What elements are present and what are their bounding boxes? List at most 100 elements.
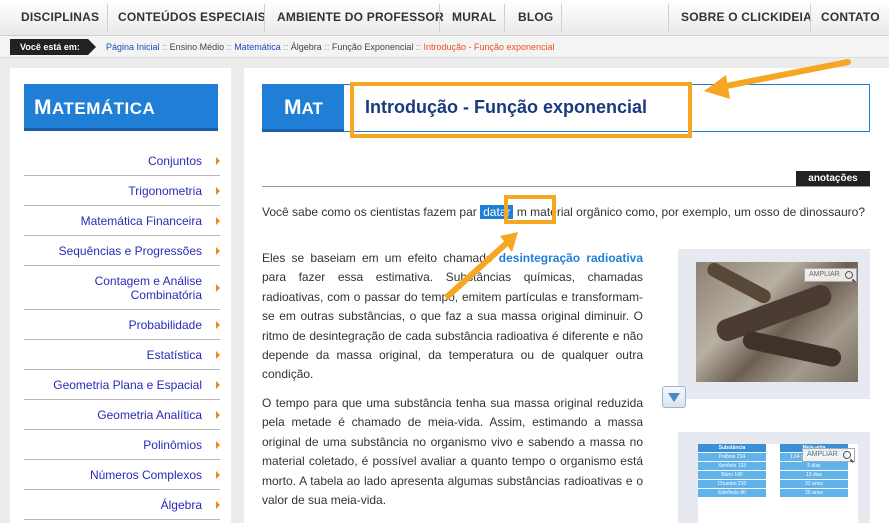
sidebar-item-geometria-analitica[interactable]: Geometria Analítica xyxy=(24,400,220,430)
arrow-right-icon xyxy=(216,350,220,359)
sidebar-item-contagem-e-analise-combinatoria[interactable]: Contagem e Análise Combinatória xyxy=(24,266,220,310)
sidebar-item-label: Geometria Analítica xyxy=(97,407,202,422)
sidebar-item-label: Trigonometria xyxy=(128,183,202,198)
magnifier-icon xyxy=(844,271,853,279)
paragraph-radioactive: Eles se baseiam em um efeito chamado des… xyxy=(262,249,643,385)
nav-divider xyxy=(561,4,562,32)
breadcrumb-separator: :: xyxy=(324,42,330,52)
sidebar-item-matematica-financeira[interactable]: Matemática Financeira xyxy=(24,206,220,236)
arrow-right-icon xyxy=(216,186,220,195)
subject-badge-initial: M xyxy=(284,96,302,119)
sidebar-item-estatistica[interactable]: Estatística xyxy=(24,340,220,370)
breadcrumb-item-algebra[interactable]: Álgebra xyxy=(291,42,322,52)
nav-divider xyxy=(439,4,440,32)
sidebar-item-probabilidade[interactable]: Probabilidade xyxy=(24,310,220,340)
sidebar-item-label: Matemática Financeira xyxy=(80,213,202,228)
download-button[interactable] xyxy=(662,386,686,408)
table-cell: 25 anos xyxy=(780,489,848,497)
breadcrumb-separator: :: xyxy=(226,42,232,52)
breadcrumb-bar: Você está em: Página Inicial :: Ensino M… xyxy=(0,36,889,58)
sidebar-title-rest: ATEMÁTICA xyxy=(52,99,156,118)
nav-divider xyxy=(107,4,108,32)
sidebar-item-label: Geometria Plana e Espacial xyxy=(53,377,202,392)
magnifier-icon xyxy=(842,451,851,459)
breadcrumb-current: Introdução - Função exponencial xyxy=(423,42,555,52)
sidebar-item-polinomios[interactable]: Polinômios xyxy=(24,430,220,460)
arrow-right-icon xyxy=(216,410,220,419)
arrow-right-icon xyxy=(216,246,220,255)
nav-divider xyxy=(810,4,811,32)
table-cell: Polônio 214 xyxy=(698,453,766,461)
breadcrumb-separator: :: xyxy=(415,42,421,52)
breadcrumb-link-pagina-inicial[interactable]: Página Inicial xyxy=(106,42,160,52)
sidebar-item-trigonometria[interactable]: Trigonometria xyxy=(24,176,220,206)
nav-sobre-o-clickideia[interactable]: SOBRE O CLICKIDEIA xyxy=(681,0,812,36)
zoom-label: AMPLIAR xyxy=(809,271,840,278)
bone-shape xyxy=(704,260,774,306)
sidebar-item-geometria-plana-e-espacial[interactable]: Geometria Plana e Espacial xyxy=(24,370,220,400)
sidebar-item-label: Contagem e Análise Combinatória xyxy=(94,273,202,302)
sidebar-item-label: Álgebra xyxy=(160,497,202,512)
arrow-right-icon xyxy=(216,320,220,329)
sidebar-item-sequencias-e-progressoes[interactable]: Sequências e Progressões xyxy=(24,236,220,266)
arrow-right-icon xyxy=(216,283,220,292)
arrow-right-icon xyxy=(216,156,220,165)
half-life-table-image[interactable]: Substância Polônio 214 Xenônio 133 Bário… xyxy=(698,444,858,523)
table-cell: Bário 140 xyxy=(698,471,766,479)
download-arrow-icon xyxy=(668,393,680,402)
arrow-right-icon xyxy=(216,470,220,479)
breadcrumb-item-funcao-exponencial[interactable]: Função Exponencial xyxy=(332,42,414,52)
sidebar-title-initial: M xyxy=(34,96,52,119)
sidebar-item-numeros-complexos[interactable]: Números Complexos xyxy=(24,460,220,490)
nav-conteudos-especiais[interactable]: CONTEÚDOS ESPECIAIS xyxy=(118,0,266,36)
zoom-button[interactable]: AMPLIAR xyxy=(804,268,857,282)
breadcrumb-label: Você está em: xyxy=(10,39,96,55)
sidebar-item-label: Estatística xyxy=(146,347,202,362)
breadcrumb-separator: :: xyxy=(162,42,168,52)
table-cell: Estrôncio 90 xyxy=(698,489,766,497)
sidebar-item-algebra[interactable]: Álgebra xyxy=(24,490,220,520)
bone-shape xyxy=(741,329,843,369)
nav-divider xyxy=(264,4,265,32)
sidebar-title: MATEMÁTICA xyxy=(24,84,218,131)
paragraph-intro: Você sabe como os cientistas fazem par d… xyxy=(262,203,870,222)
paragraph-radioactive-start: Eles se baseiam em um efeito xyxy=(262,251,444,265)
sidebar-item-label: Conjuntos xyxy=(147,153,202,168)
breadcrumb-separator: :: xyxy=(283,42,289,52)
paragraph-half-life: O tempo para que uma substância tenha su… xyxy=(262,396,643,508)
table-cell: Chumbo 210 xyxy=(698,480,766,488)
breadcrumb-item-ensino-medio[interactable]: Ensino Médio xyxy=(170,42,225,52)
arrow-right-icon xyxy=(216,500,220,509)
annotations-tab[interactable]: anotações xyxy=(796,171,870,186)
table-column-substance: Substância Polônio 214 Xenônio 133 Bário… xyxy=(698,444,766,498)
link-desintegracao-radioativa[interactable]: desintegração radioativa xyxy=(499,251,643,265)
top-navigation: DISCIPLINAS CONTEÚDOS ESPECIAIS AMBIENTE… xyxy=(0,0,889,36)
table-cell: 22 anos xyxy=(780,480,848,488)
paragraph-radioactive-end: para fazer essa estimativa. Substâncias … xyxy=(262,270,643,382)
paragraph-intro-end: m material orgânico como, por exemplo, u… xyxy=(516,205,865,219)
table-cell: 5 dias xyxy=(780,462,848,470)
nav-blog[interactable]: BLOG xyxy=(518,0,553,36)
nav-mural[interactable]: MURAL xyxy=(452,0,496,36)
breadcrumb: Página Inicial :: Ensino Médio :: Matemá… xyxy=(106,40,555,54)
sidebar-item-conjuntos[interactable]: Conjuntos xyxy=(24,146,220,176)
sidebar: MATEMÁTICA Conjuntos Trigonometria Matem… xyxy=(10,68,231,523)
table-cell: 13 dias xyxy=(780,471,848,479)
sidebar-item-label: Sequências e Progressões xyxy=(58,243,202,258)
dinosaur-bones-photo[interactable]: AMPLIAR xyxy=(696,260,858,382)
sidebar-item-label: Números Complexos xyxy=(89,467,202,482)
breadcrumb-link-matematica[interactable]: Matemática xyxy=(234,42,281,52)
table-cell: Xenônio 133 xyxy=(698,462,766,470)
zoom-button[interactable]: AMPLIAR xyxy=(802,448,855,462)
subject-badge-rest: AT xyxy=(301,99,323,118)
nav-disciplinas[interactable]: DISCIPLINAS xyxy=(21,0,99,36)
main-content: MAT Introdução - Função exponencial anot… xyxy=(244,68,889,523)
nav-divider xyxy=(504,4,505,32)
bone-shape xyxy=(713,282,835,344)
nav-contato[interactable]: CONTATO xyxy=(821,0,880,36)
paragraph-intro-start: Você sabe como os cientistas fazem par xyxy=(262,205,477,219)
nav-ambiente-do-professor[interactable]: AMBIENTE DO PROFESSOR xyxy=(277,0,444,36)
sidebar-item-label: Probabilidade xyxy=(128,317,202,332)
zoom-label: AMPLIAR xyxy=(807,451,838,458)
title-highlight-box xyxy=(350,82,692,138)
